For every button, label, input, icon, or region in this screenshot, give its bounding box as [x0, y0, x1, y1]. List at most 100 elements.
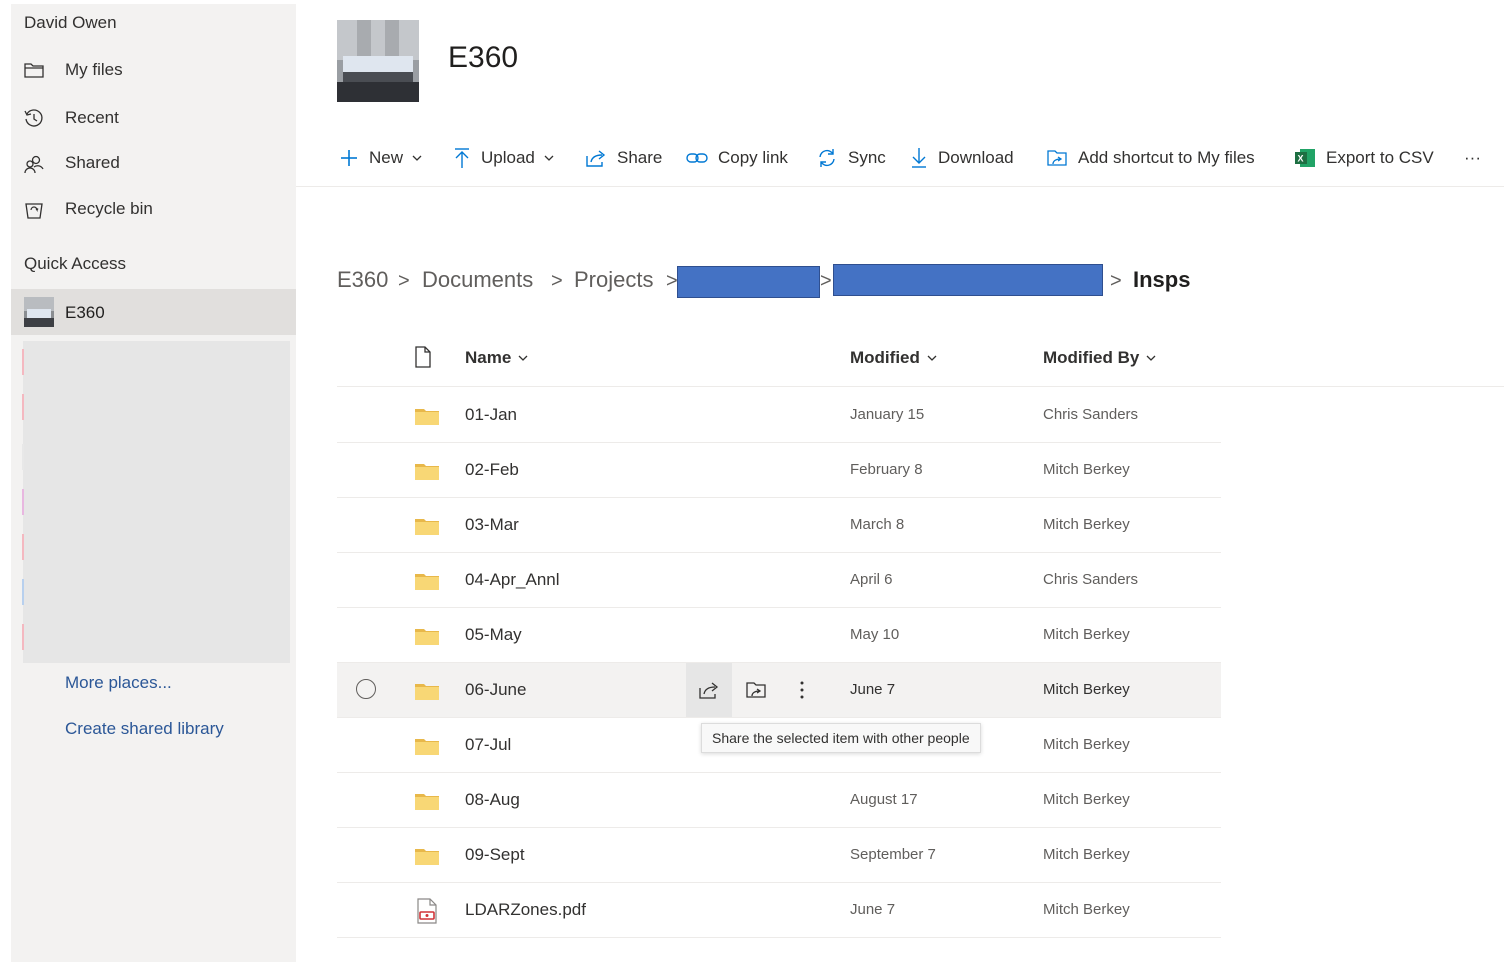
site-logo-image: [337, 20, 419, 102]
nav-item-my-files[interactable]: My files: [11, 50, 296, 90]
folder-icon: [415, 849, 439, 865]
file-row[interactable]: 09-Sept September 7 Mitch Berkey: [337, 828, 1221, 883]
redacted-breadcrumb[interactable]: [833, 264, 1103, 296]
share-label: Share: [617, 148, 663, 167]
modified-by: Mitch Berkey: [1043, 791, 1130, 808]
modified-date: January 15: [850, 406, 925, 423]
modified-date: April 6: [850, 571, 893, 588]
export-csv-button[interactable]: X Export to CSV: [1294, 138, 1434, 178]
file-row[interactable]: 04-Apr_Annl April 6 Chris Sanders: [337, 553, 1221, 608]
nav-item-recycle-bin[interactable]: Recycle bin: [11, 189, 296, 229]
file-row[interactable]: 02-Feb February 8 Mitch Berkey: [337, 443, 1221, 498]
row-share-button[interactable]: [686, 663, 732, 717]
command-bar: New Upload Share Copy link Sync Download…: [296, 138, 1504, 187]
header-divider: [337, 386, 1504, 387]
chevron-down-icon: [518, 355, 528, 361]
folder-icon: [415, 794, 439, 810]
file-row[interactable]: 08-Aug August 17 Mitch Berkey: [337, 773, 1221, 828]
chevron-down-icon: [1146, 355, 1156, 361]
share-button[interactable]: Share: [585, 138, 662, 178]
column-header-modified[interactable]: Modified: [850, 348, 937, 368]
modified-date: March 8: [850, 516, 905, 533]
copy-link-button[interactable]: Copy link: [686, 138, 788, 178]
people-icon: [23, 153, 45, 174]
modified-by: Mitch Berkey: [1043, 516, 1130, 533]
breadcrumb-documents[interactable]: Documents: [422, 267, 533, 293]
nav-label: Shared: [65, 153, 120, 172]
modified-date: June 7: [850, 901, 896, 918]
sync-label: Sync: [848, 148, 886, 167]
modified-by: Mitch Berkey: [1043, 626, 1130, 643]
copy-link-label: Copy link: [718, 148, 788, 167]
download-button[interactable]: Download: [910, 138, 1014, 178]
breadcrumb-separator: >: [820, 270, 832, 292]
link-icon: [686, 153, 708, 163]
row-add-shortcut-button[interactable]: [733, 663, 779, 717]
redacted-region: [23, 341, 290, 663]
modified-by: Mitch Berkey: [1043, 461, 1130, 478]
list-marker: [22, 394, 24, 420]
site-thumbnail-icon: [24, 297, 54, 327]
breadcrumb-projects[interactable]: Projects: [574, 267, 653, 293]
sync-button[interactable]: Sync: [816, 138, 886, 178]
modified-date: June 7: [850, 681, 896, 698]
quick-access-heading: Quick Access: [24, 254, 127, 273]
row-select-checkbox[interactable]: [356, 679, 376, 699]
nav-item-shared[interactable]: Shared: [11, 143, 296, 183]
site-title: E360: [448, 41, 519, 74]
breadcrumb-separator: >: [398, 270, 410, 292]
file-name[interactable]: 08-Aug: [465, 790, 520, 810]
nav-item-recent[interactable]: Recent: [11, 98, 296, 138]
file-name[interactable]: 09-Sept: [465, 845, 525, 865]
file-name[interactable]: 06-June: [465, 680, 526, 700]
folder-icon: [23, 60, 45, 80]
upload-button[interactable]: Upload: [453, 138, 554, 178]
chevron-down-icon: [544, 155, 554, 161]
redacted-breadcrumb[interactable]: [677, 266, 820, 298]
svg-text:X: X: [1298, 154, 1304, 164]
more-commands-button[interactable]: ···: [1464, 138, 1481, 178]
plus-icon: [341, 150, 357, 166]
download-label: Download: [938, 148, 1014, 167]
nav-label: My files: [65, 60, 123, 79]
column-header-modified-by[interactable]: Modified By: [1043, 348, 1156, 368]
modified-by: Mitch Berkey: [1043, 901, 1130, 918]
file-name[interactable]: 07-Jul: [465, 735, 511, 755]
file-row[interactable]: 01-Jan January 15 Chris Sanders: [337, 388, 1221, 443]
file-row[interactable]: 03-Mar March 8 Mitch Berkey: [337, 498, 1221, 553]
folder-icon: [415, 684, 439, 700]
add-shortcut-button[interactable]: Add shortcut to My files: [1046, 138, 1255, 178]
folder-icon: [415, 629, 439, 645]
list-marker: [22, 534, 24, 560]
file-row-hovered[interactable]: 06-June June 7 Mitch Berkey: [337, 663, 1221, 718]
list-marker: [22, 349, 24, 375]
quick-access-label: E360: [65, 303, 105, 322]
modified-date: May 10: [850, 626, 900, 643]
folder-icon: [415, 409, 439, 425]
new-button[interactable]: New: [339, 138, 422, 178]
create-shared-library-link[interactable]: Create shared library: [65, 719, 224, 739]
file-type-header-icon[interactable]: [414, 346, 432, 368]
column-header-name[interactable]: Name: [465, 348, 528, 368]
share-icon: [586, 150, 606, 167]
more-places-link[interactable]: More places...: [65, 673, 172, 693]
file-name[interactable]: 02-Feb: [465, 460, 519, 480]
column-modified-label: Modified: [850, 348, 920, 367]
file-name[interactable]: 03-Mar: [465, 515, 519, 535]
column-modified-by-label: Modified By: [1043, 348, 1140, 367]
breadcrumb-current: Insps: [1133, 267, 1191, 292]
file-name[interactable]: LDARZones.pdf: [465, 900, 586, 920]
file-row[interactable]: LDARZones.pdf June 7 Mitch Berkey: [337, 883, 1221, 938]
left-navigation: David Owen My files Recent Shared Recycl…: [11, 4, 296, 962]
history-icon: [23, 108, 45, 128]
breadcrumb-e360[interactable]: E360: [337, 267, 388, 293]
row-more-actions-button[interactable]: [779, 663, 825, 717]
file-name[interactable]: 04-Apr_Annl: [465, 570, 560, 590]
file-name[interactable]: 05-May: [465, 625, 522, 645]
list-marker: [22, 489, 24, 515]
modified-date: February 8: [850, 461, 923, 478]
quick-access-e360[interactable]: E360: [11, 289, 296, 335]
add-shortcut-icon: [746, 682, 766, 698]
file-name[interactable]: 01-Jan: [465, 405, 517, 425]
file-row[interactable]: 05-May May 10 Mitch Berkey: [337, 608, 1221, 663]
